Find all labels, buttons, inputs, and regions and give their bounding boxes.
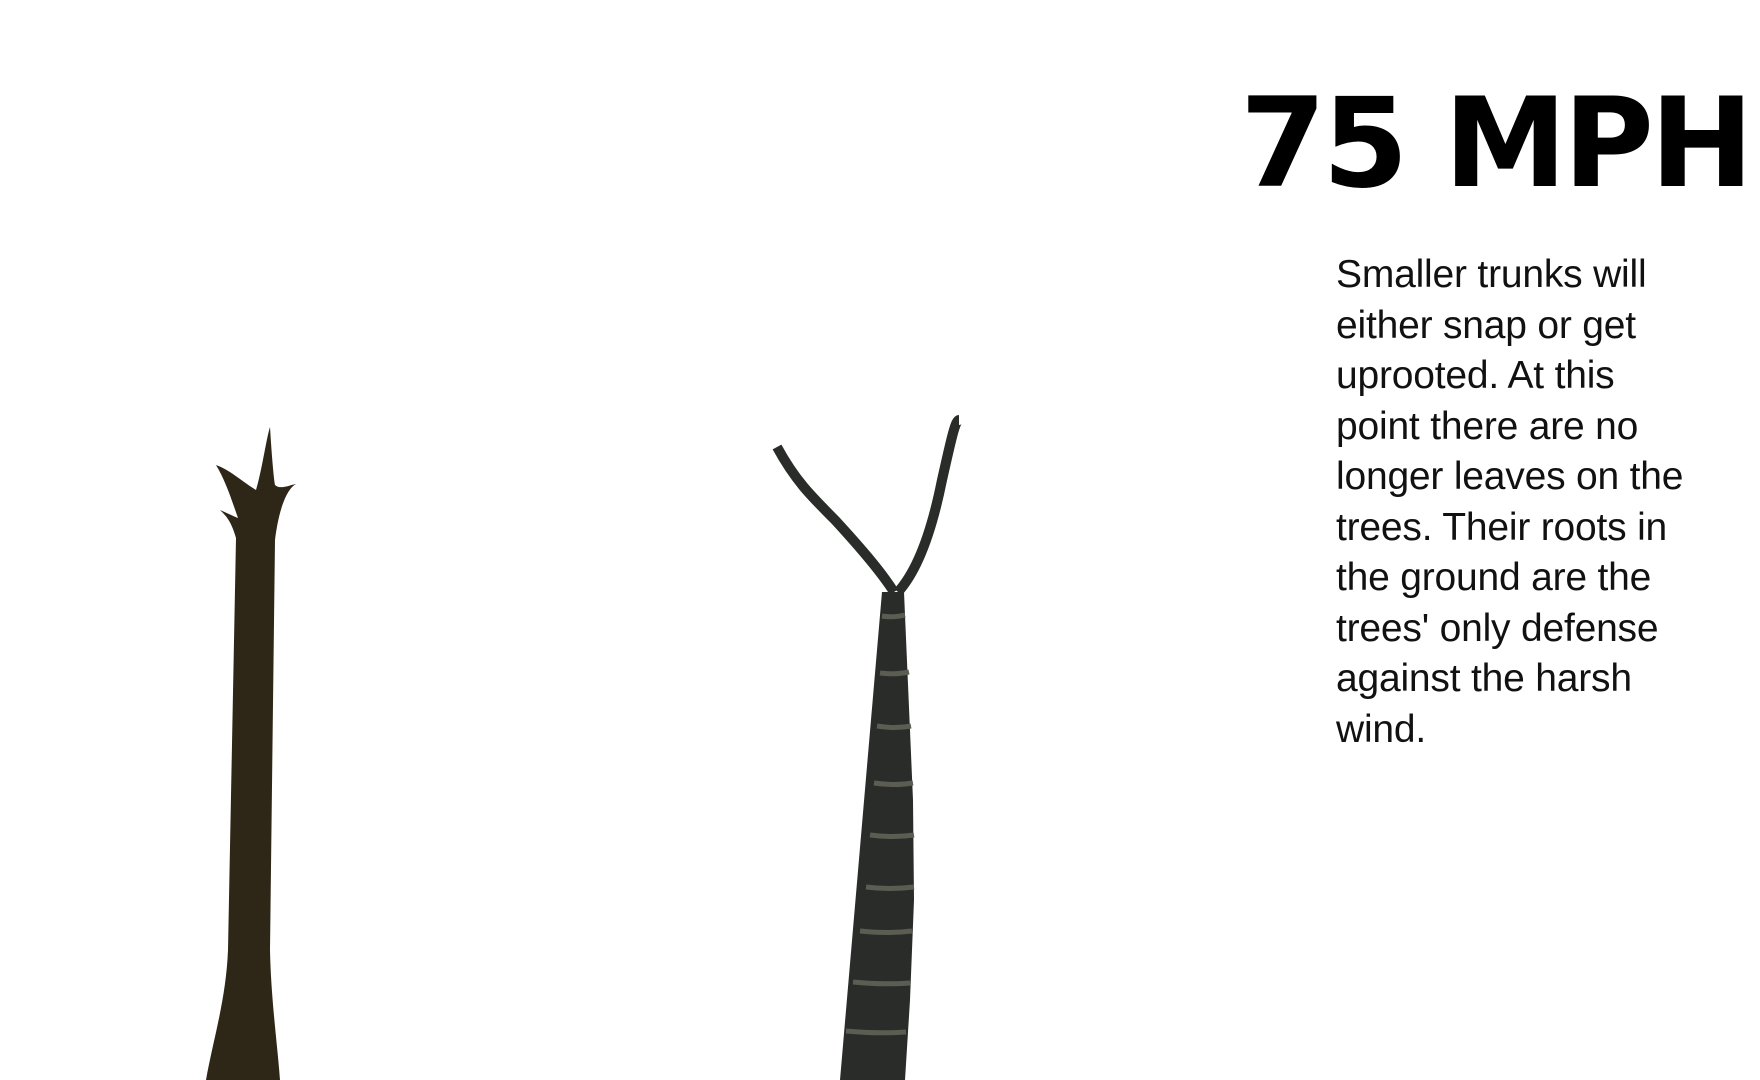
left-branch	[772, 444, 899, 595]
right-branch	[894, 415, 962, 596]
snapped-trunk	[206, 427, 296, 1080]
snapped-tree-icon	[206, 427, 296, 1080]
wind-effect-description: Smaller trunks will either snap or get u…	[1336, 253, 1684, 751]
wind-speed-headline: 75 MPH	[1240, 72, 1754, 216]
bare-tree-icon	[772, 415, 962, 1080]
